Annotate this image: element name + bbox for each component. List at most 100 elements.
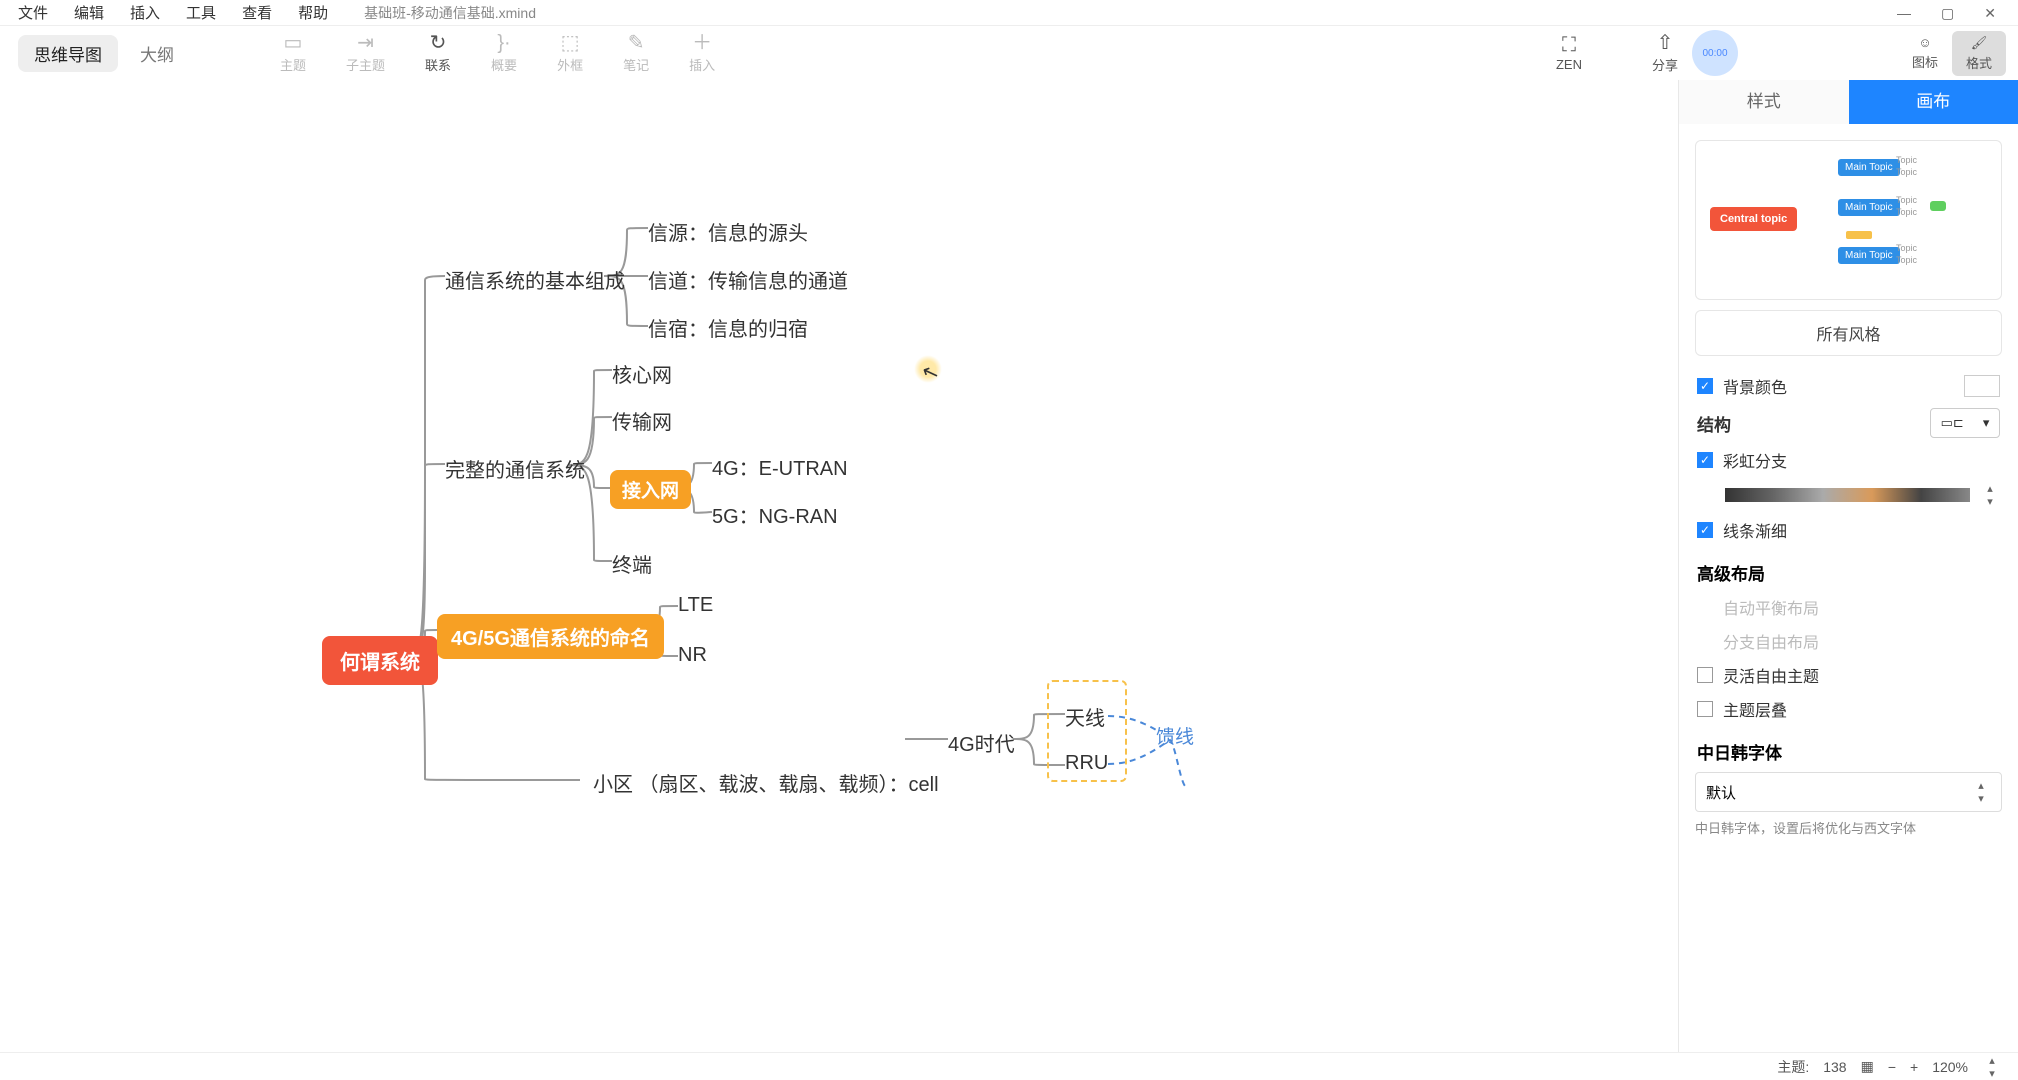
label-bgcolor: 背景颜色 (1723, 374, 1787, 398)
cjk-font-select[interactable]: 默认▴▾ (1695, 772, 2002, 812)
tab-mindmap[interactable]: 思维导图 (18, 35, 118, 72)
toolbar: ▭主题 ⇥子主题 ↻联系 }·概要 ⬚外框 ✎笔记 ＋插入 (280, 26, 715, 80)
recording-timer[interactable]: 00:00 (1692, 30, 1738, 76)
relation-icon: ↻ (430, 33, 447, 53)
brush-icon: 🖌 (1971, 35, 1988, 51)
label-overlap: 主题层叠 (1723, 697, 1787, 721)
zoom-value[interactable]: 120% (1932, 1059, 1968, 1075)
node-4gera[interactable]: 4G时代 (948, 728, 1015, 757)
tool-share[interactable]: ⇧分享 (1652, 33, 1678, 74)
node-eutran[interactable]: 4G：E-UTRAN (712, 452, 848, 481)
bgcolor-swatch[interactable] (1964, 375, 2000, 397)
node-root[interactable]: 何谓系统 (322, 636, 438, 685)
node-lte[interactable]: LTE (678, 594, 713, 617)
chevron-down-icon: ▾ (1983, 415, 1990, 431)
preview-topic3: Topic (1896, 195, 1917, 205)
node-nr[interactable]: NR (678, 644, 707, 667)
preview-float (1930, 201, 1946, 211)
note-icon: ✎ (628, 33, 645, 53)
share-icon: ⇧ (1657, 33, 1674, 53)
toggle-icons-panel[interactable]: ☺图标 (1898, 31, 1952, 75)
boundary-icon: ⬚ (561, 33, 580, 53)
zoom-in-button[interactable]: + (1910, 1059, 1918, 1075)
opt-auto-balance: 自动平衡布局 (1723, 595, 1819, 619)
tool-insert[interactable]: ＋插入 (689, 33, 715, 74)
preview-topic4: Topic (1896, 207, 1917, 217)
topic-count-label: 主题: (1777, 1057, 1809, 1077)
relation-label-feed[interactable]: 馈线 (1156, 722, 1194, 749)
minimize-button[interactable]: — (1897, 5, 1911, 21)
tool-topic[interactable]: ▭主题 (280, 33, 306, 74)
rainbow-stepper[interactable]: ▴▾ (1980, 482, 2000, 508)
label-flex-topic: 灵活自由主题 (1723, 663, 1819, 687)
zoom-stepper-icon[interactable]: ▴▾ (1982, 1054, 2002, 1080)
label-taper: 线条渐细 (1723, 518, 1787, 542)
node-core-net[interactable]: 核心网 (612, 359, 672, 388)
menu-view[interactable]: 查看 (242, 2, 272, 23)
tool-relation[interactable]: ↻联系 (425, 33, 451, 74)
node-sink[interactable]: 信宿：信息的归宿 (648, 313, 808, 342)
tab-outline[interactable]: 大纲 (124, 35, 190, 72)
minimap-icon[interactable]: ▦ (1861, 1058, 1874, 1075)
node-terminal[interactable]: 终端 (612, 549, 652, 578)
tab-style[interactable]: 样式 (1679, 80, 1849, 124)
all-styles-button[interactable]: 所有风格 (1695, 310, 2002, 356)
panel-tabs: 样式 画布 (1679, 80, 2018, 124)
menu-help[interactable]: 帮助 (298, 2, 328, 23)
format-panel: 样式 画布 Central topic Main Topic Topic Top… (1678, 80, 2018, 1052)
label-advanced-layout: 高级布局 (1697, 560, 2000, 585)
node-ngran[interactable]: 5G：NG-RAN (712, 500, 838, 529)
preview-topic1: Topic (1896, 155, 1917, 165)
checkbox-taper[interactable]: ✓ (1697, 522, 1713, 538)
preview-topic6: Topic (1896, 255, 1917, 265)
zoom-out-button[interactable]: − (1888, 1059, 1896, 1075)
checkbox-bgcolor[interactable]: ✓ (1697, 378, 1713, 394)
mindmap-canvas[interactable]: 何谓系统 通信系统的基本组成 信源：信息的源头 信道：传输信息的通道 信宿：信息… (0, 80, 1452, 1052)
label-cjk-font: 中日韩字体 (1697, 739, 2000, 764)
label-rainbow: 彩虹分支 (1723, 448, 1787, 472)
close-button[interactable]: ✕ (1984, 5, 1996, 22)
boundary-box[interactable] (1047, 680, 1127, 782)
tool-summary[interactable]: }·概要 (491, 33, 517, 74)
checkbox-overlap[interactable] (1697, 701, 1713, 717)
preview-topic5: Topic (1896, 243, 1917, 253)
menu-edit[interactable]: 编辑 (74, 2, 104, 23)
opt-branch-free: 分支自由布局 (1723, 629, 1819, 653)
rainbow-gradient[interactable] (1725, 488, 1970, 502)
preview-central: Central topic (1710, 207, 1797, 231)
toggle-format-panel[interactable]: 🖌格式 (1952, 31, 2006, 76)
menu-file[interactable]: 文件 (18, 2, 48, 23)
smiley-icon: ☺ (1918, 35, 1931, 50)
node-transport-net[interactable]: 传输网 (612, 406, 672, 435)
font-stepper-icon: ▴▾ (1971, 779, 1991, 805)
tool-zen[interactable]: ⛶ZEN (1556, 35, 1582, 72)
checkbox-flex-topic[interactable] (1697, 667, 1713, 683)
maximize-button[interactable]: ▢ (1941, 5, 1954, 22)
preview-main1: Main Topic (1838, 159, 1900, 176)
tool-boundary[interactable]: ⬚外框 (557, 33, 583, 74)
node-basic-composition[interactable]: 通信系统的基本组成 (445, 265, 625, 294)
theme-preview[interactable]: Central topic Main Topic Topic Topic Mai… (1695, 140, 2002, 300)
tool-subtopic[interactable]: ⇥子主题 (346, 33, 385, 74)
plus-icon: ＋ (692, 33, 712, 53)
label-structure: 结构 (1697, 411, 1731, 436)
node-channel[interactable]: 信道：传输信息的通道 (648, 265, 848, 294)
structure-select[interactable]: ▭⊏▾ (1930, 408, 2000, 438)
topic-count-value: 138 (1823, 1059, 1846, 1075)
summary-icon: }· (497, 33, 510, 53)
menu-bar: 文件 编辑 插入 工具 查看 帮助 基础班-移动通信基础.xmind (0, 0, 2018, 26)
cjk-font-hint: 中日韩字体，设置后将优化与西文字体 (1695, 818, 2002, 837)
menu-insert[interactable]: 插入 (130, 2, 160, 23)
document-filename: 基础班-移动通信基础.xmind (364, 3, 536, 23)
checkbox-rainbow[interactable]: ✓ (1697, 452, 1713, 468)
tab-canvas[interactable]: 画布 (1849, 80, 2018, 124)
menu-tools[interactable]: 工具 (186, 2, 216, 23)
node-source[interactable]: 信源：信息的源头 (648, 217, 808, 246)
node-naming[interactable]: 4G/5G通信系统的命名 (437, 614, 664, 659)
node-complete-system[interactable]: 完整的通信系统 (445, 454, 585, 483)
node-cellarea[interactable]: 小区 （扇区、载波、载扇、载频）：cell (593, 768, 939, 797)
preview-main2: Main Topic (1838, 199, 1900, 216)
node-access-net[interactable]: 接入网 (610, 470, 691, 509)
format-toggles: ☺图标 🖌格式 (1898, 26, 2006, 80)
tool-note[interactable]: ✎笔记 (623, 33, 649, 74)
